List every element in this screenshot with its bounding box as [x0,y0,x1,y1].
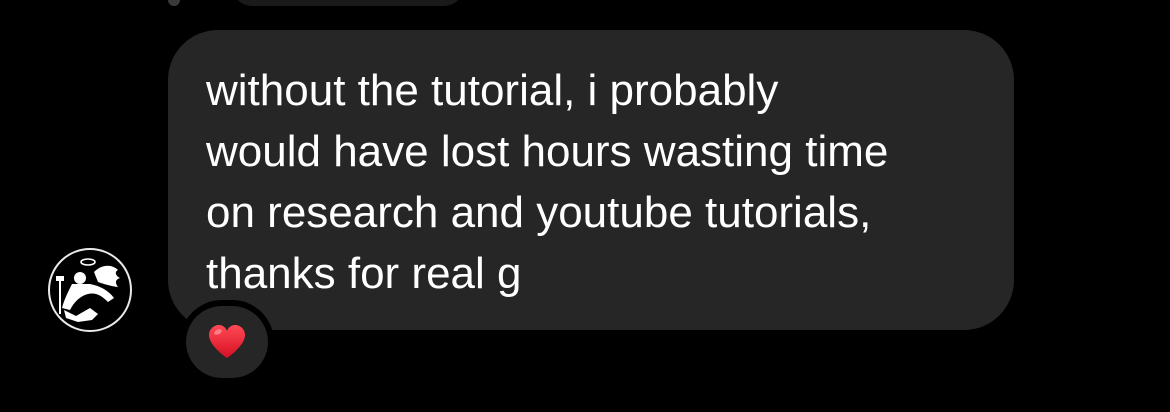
sender-avatar[interactable] [48,248,132,332]
previous-message-indicator [168,0,180,6]
message-bubble[interactable]: without the tutorial, i probably would h… [168,30,1014,330]
reaction-badge[interactable] [180,300,274,384]
previous-message-bubble-edge [232,0,464,6]
angel-figure-icon [56,258,120,322]
message-text: without the tutorial, i probably would h… [206,66,889,298]
red-heart-icon [209,325,245,358]
reaction-badge-inner [186,306,268,378]
